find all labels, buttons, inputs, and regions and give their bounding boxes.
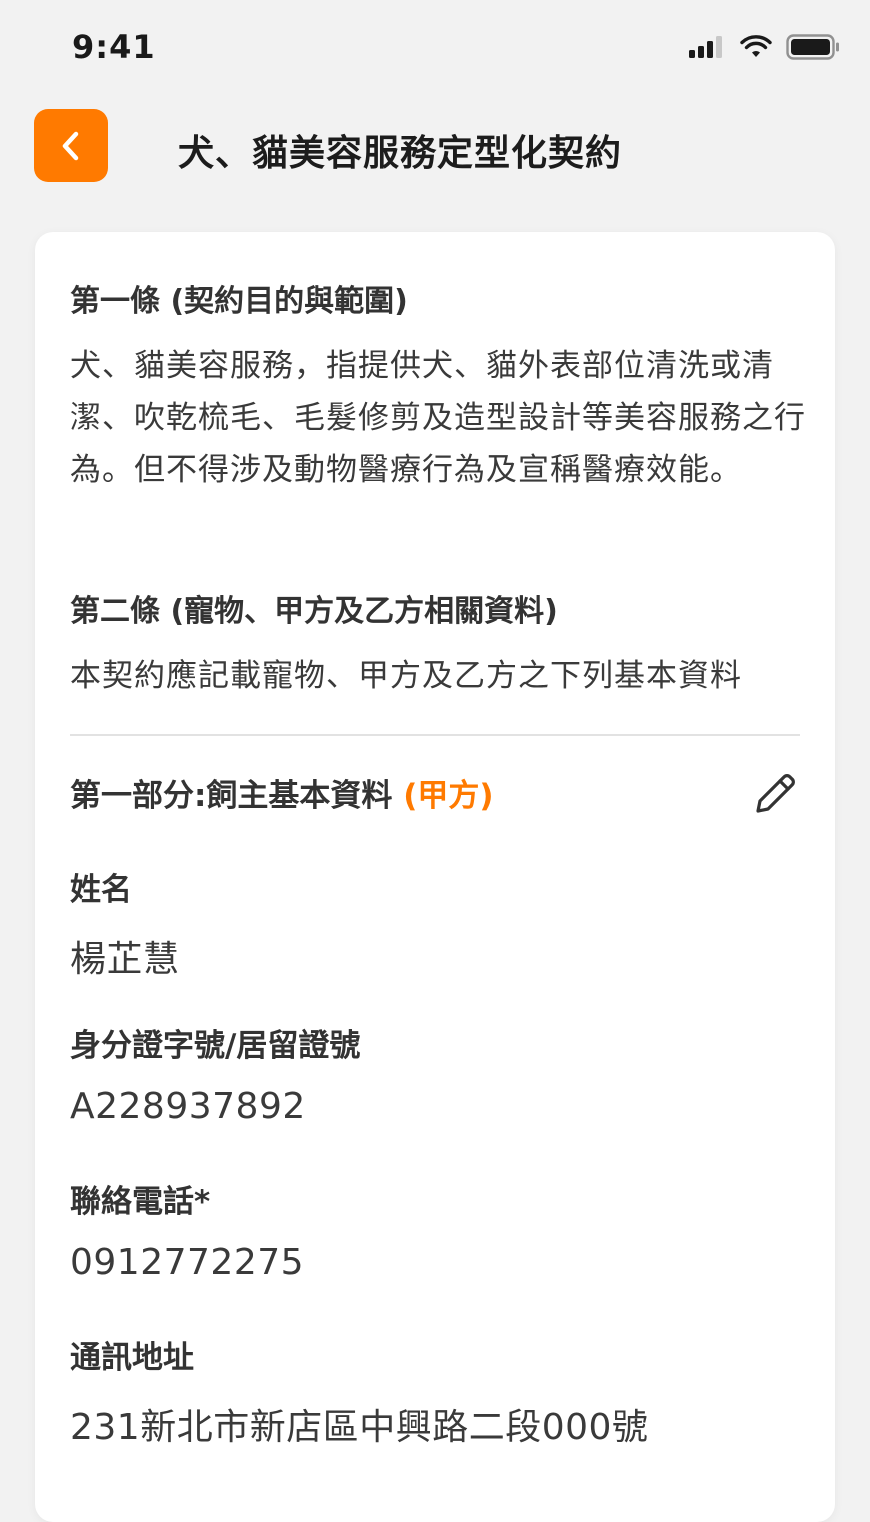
field-label-address: 通訊地址	[70, 1340, 194, 1376]
back-button[interactable]	[34, 109, 108, 182]
field-value-name: 楊芷慧	[70, 939, 180, 980]
pencil-icon	[756, 774, 795, 813]
divider	[70, 734, 800, 736]
field-label-name: 姓名	[70, 872, 132, 908]
edit-button[interactable]	[749, 768, 801, 820]
article-2-body: 本契約應記載寵物、甲方及乙方之下列基本資料	[70, 658, 742, 694]
chevron-left-icon	[62, 131, 79, 160]
part-one-title: 第一部分:飼主基本資料 (甲方)	[70, 770, 494, 815]
wifi-icon	[740, 35, 772, 57]
party-badge: (甲方)	[403, 778, 494, 814]
status-bar: 9:41	[0, 0, 870, 90]
header: 犬、貓美容服務定型化契約	[0, 100, 870, 196]
article-2-title: 第二條 (寵物、甲方及乙方相關資料)	[70, 594, 558, 629]
status-icons	[688, 34, 840, 60]
page-title: 犬、貓美容服務定型化契約	[178, 133, 623, 174]
status-time: 9:41	[72, 28, 156, 66]
article-1-title: 第一條 (契約目的與範圍)	[70, 284, 408, 319]
battery-icon	[786, 34, 839, 60]
article-1-body: 犬、貓美容服務，指提供犬、貓外表部位清洗或清潔、吹乾梳毛、毛髮修剪及造型設計等美…	[70, 348, 806, 488]
field-value-address: 231新北市新店區中興路二段000號	[70, 1407, 649, 1448]
field-value-phone: 0912772275	[70, 1242, 305, 1283]
part-one-title-text: 第一部分:飼主基本資料	[70, 778, 393, 814]
contract-card: 第一條 (契約目的與範圍) 犬、貓美容服務，指提供犬、貓外表部位清洗或清潔、吹乾…	[35, 232, 835, 1522]
field-value-id: A228937892	[70, 1086, 306, 1127]
field-label-id: 身分證字號/居留證號	[70, 1028, 361, 1064]
field-label-phone: 聯絡電話*	[70, 1184, 211, 1220]
signal-icon	[689, 36, 722, 58]
